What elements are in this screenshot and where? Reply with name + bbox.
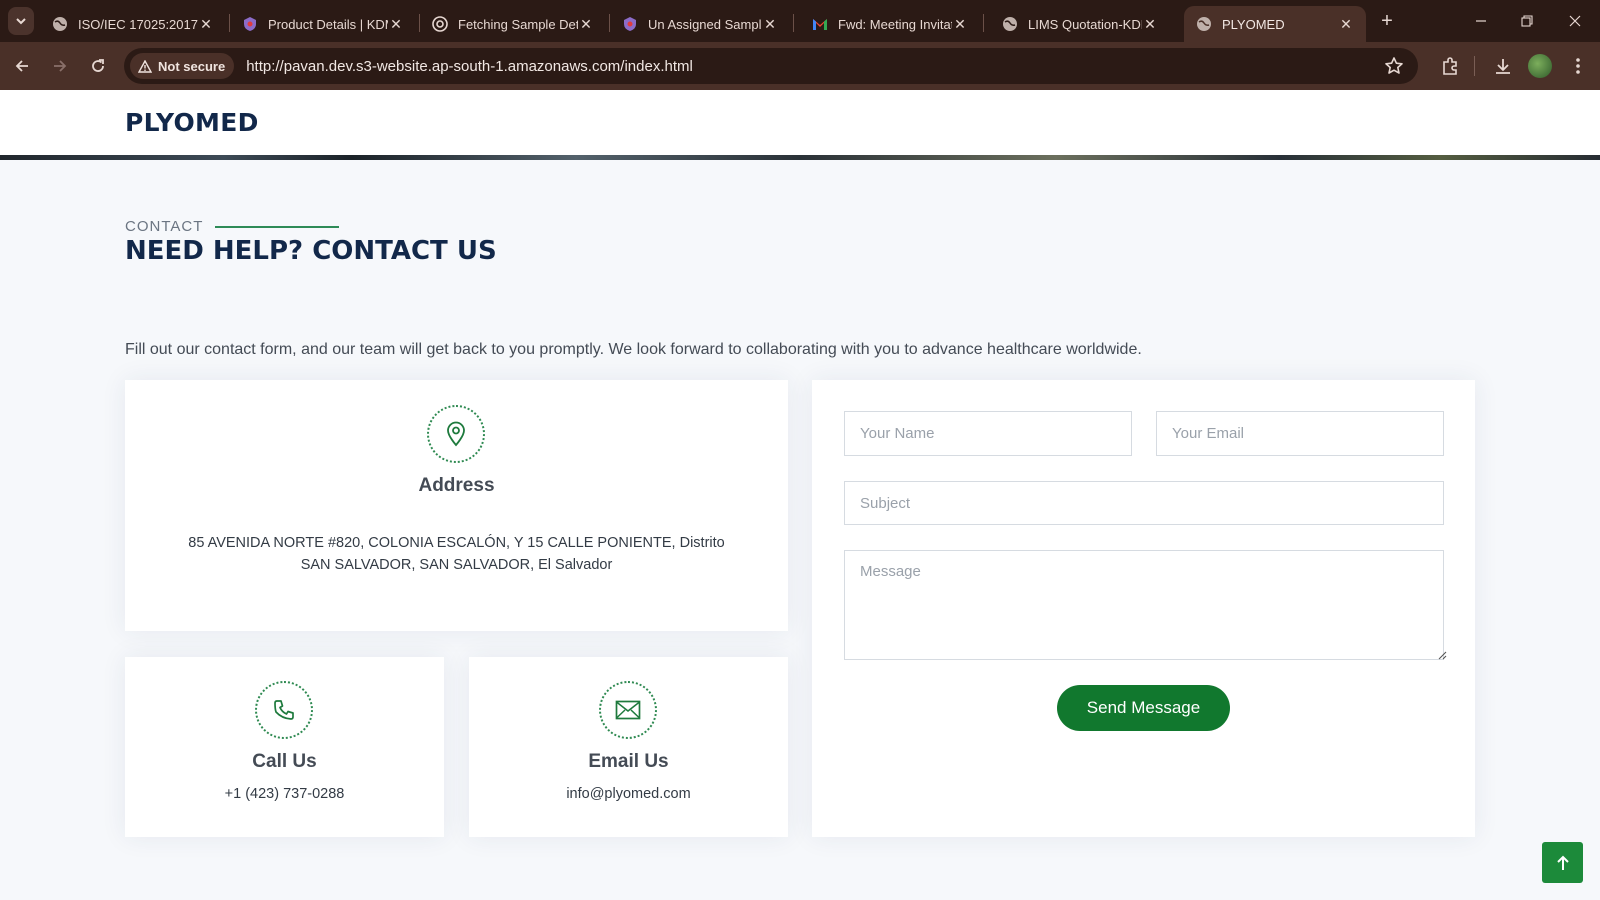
toolbar-divider <box>1474 56 1475 76</box>
chevron-down-icon <box>16 18 26 25</box>
tab-title: PLYOMED <box>1222 16 1285 32</box>
browser-toolbar: Not secure http://pavan.dev.s3-website.a… <box>0 42 1600 90</box>
reload-icon <box>92 59 104 72</box>
globe-icon <box>1002 16 1018 32</box>
minimize-icon <box>1476 20 1486 22</box>
scroll-to-top-button[interactable] <box>1542 842 1583 883</box>
tab-plyomed[interactable]: PLYOMED ✕ <box>1184 6 1366 42</box>
minimize-button[interactable] <box>1466 8 1496 34</box>
tab-fetching-sample[interactable]: Fetching Sample Det ✕ <box>420 6 606 42</box>
section-eyebrow: CONTACT <box>125 218 340 235</box>
tab-separator <box>983 14 984 32</box>
email-input[interactable] <box>1156 411 1444 456</box>
tab-separator <box>793 14 794 32</box>
globe-icon <box>1196 16 1212 32</box>
gmail-icon <box>812 16 828 32</box>
envelope-icon-ring <box>599 681 657 739</box>
eyebrow-divider <box>215 225 340 228</box>
tab-gmail[interactable]: Fwd: Meeting Invitati ✕ <box>800 6 980 42</box>
downloads-button[interactable] <box>1491 54 1515 78</box>
map-pin-icon <box>447 421 465 447</box>
address-title: Address <box>418 475 495 496</box>
contact-intro: Fill out our contact form, and our team … <box>125 341 1142 358</box>
puzzle-icon <box>1443 57 1457 75</box>
arrow-left-icon <box>15 60 28 72</box>
warning-icon <box>138 59 152 73</box>
call-title: Call Us <box>252 751 317 772</box>
shield-icon <box>622 16 638 32</box>
contact-form: Send Message <box>812 380 1475 837</box>
envelope-icon <box>615 700 641 720</box>
address-icon-ring <box>427 405 485 463</box>
tab-title: LIMS Quotation-KDM <box>1028 16 1142 32</box>
address-bar[interactable]: Not secure http://pavan.dev.s3-website.a… <box>124 48 1418 84</box>
new-tab-button[interactable]: + <box>1376 10 1398 32</box>
shield-icon <box>242 16 258 32</box>
browser-tab-bar: ISO/IEC 17025:2017 ✕ Product Details | K… <box>0 0 1600 42</box>
back-button[interactable] <box>10 54 34 78</box>
more-vertical-icon <box>1576 58 1580 74</box>
security-label: Not secure <box>158 58 226 74</box>
close-icon[interactable]: ✕ <box>1142 16 1158 32</box>
phone-number[interactable]: +1 (423) 737-0288 <box>125 783 444 805</box>
tab-lims-quotation[interactable]: LIMS Quotation-KDM ✕ <box>990 6 1170 42</box>
globe-icon <box>52 16 68 32</box>
tab-iso[interactable]: ISO/IEC 17025:2017 ✕ <box>40 6 226 42</box>
address-text: 85 AVENIDA NORTE #820, COLONIA ESCALÓN, … <box>188 535 725 573</box>
profile-avatar[interactable] <box>1528 54 1552 78</box>
phone-icon <box>274 700 294 720</box>
openai-icon <box>432 16 448 32</box>
arrow-up-icon <box>1556 855 1569 870</box>
email-address[interactable]: info@plyomed.com <box>469 783 788 805</box>
email-card: Email Us info@plyomed.com <box>469 657 788 837</box>
tab-title: Fetching Sample Det <box>458 16 578 32</box>
phone-icon-ring <box>255 681 313 739</box>
close-icon[interactable]: ✕ <box>762 16 778 32</box>
close-icon <box>1569 15 1581 27</box>
tab-title: ISO/IEC 17025:2017 <box>78 16 198 32</box>
site-logo[interactable]: PLYOMED <box>125 108 259 137</box>
tab-unassigned-sample[interactable]: Un Assigned Sample ✕ <box>610 6 790 42</box>
site-header: PLYOMED <box>0 90 1600 155</box>
bookmark-star-icon[interactable] <box>1384 56 1404 76</box>
tab-title: Product Details | KDM <box>268 16 388 32</box>
close-icon[interactable]: ✕ <box>578 16 594 32</box>
address-card: Address 85 AVENIDA NORTE #820, COLONIA E… <box>125 380 788 631</box>
call-card: Call Us +1 (423) 737-0288 <box>125 657 444 837</box>
close-icon[interactable]: ✕ <box>388 16 404 32</box>
reload-button[interactable] <box>86 54 110 78</box>
eyebrow-text: CONTACT <box>125 218 204 235</box>
tab-title: Fwd: Meeting Invitati <box>838 16 952 32</box>
email-title: Email Us <box>588 751 669 772</box>
url-text[interactable]: http://pavan.dev.s3-website.ap-south-1.a… <box>246 58 693 75</box>
extensions-button[interactable] <box>1438 54 1462 78</box>
section-title: NEED HELP? CONTACT US <box>125 236 497 266</box>
resize-grip-icon[interactable] <box>1437 650 1447 660</box>
tab-title: Un Assigned Sample <box>648 16 762 32</box>
hero-image-strip <box>0 155 1600 160</box>
close-icon[interactable]: ✕ <box>1338 16 1354 32</box>
tab-product-details[interactable]: Product Details | KDM ✕ <box>230 6 416 42</box>
download-icon <box>1496 59 1510 74</box>
subject-input[interactable] <box>844 481 1444 525</box>
message-textarea[interactable] <box>844 550 1444 660</box>
close-icon[interactable]: ✕ <box>198 16 214 32</box>
restore-icon <box>1521 15 1533 27</box>
name-input[interactable] <box>844 411 1132 456</box>
send-message-button[interactable]: Send Message <box>1057 685 1230 731</box>
close-window-button[interactable] <box>1560 8 1590 34</box>
forward-button[interactable] <box>48 54 72 78</box>
tab-search-button[interactable] <box>8 7 34 35</box>
restore-button[interactable] <box>1512 8 1542 34</box>
arrow-right-icon <box>54 60 67 72</box>
close-icon[interactable]: ✕ <box>952 16 968 32</box>
browser-menu-button[interactable] <box>1566 54 1590 78</box>
security-indicator[interactable]: Not secure <box>130 53 235 79</box>
